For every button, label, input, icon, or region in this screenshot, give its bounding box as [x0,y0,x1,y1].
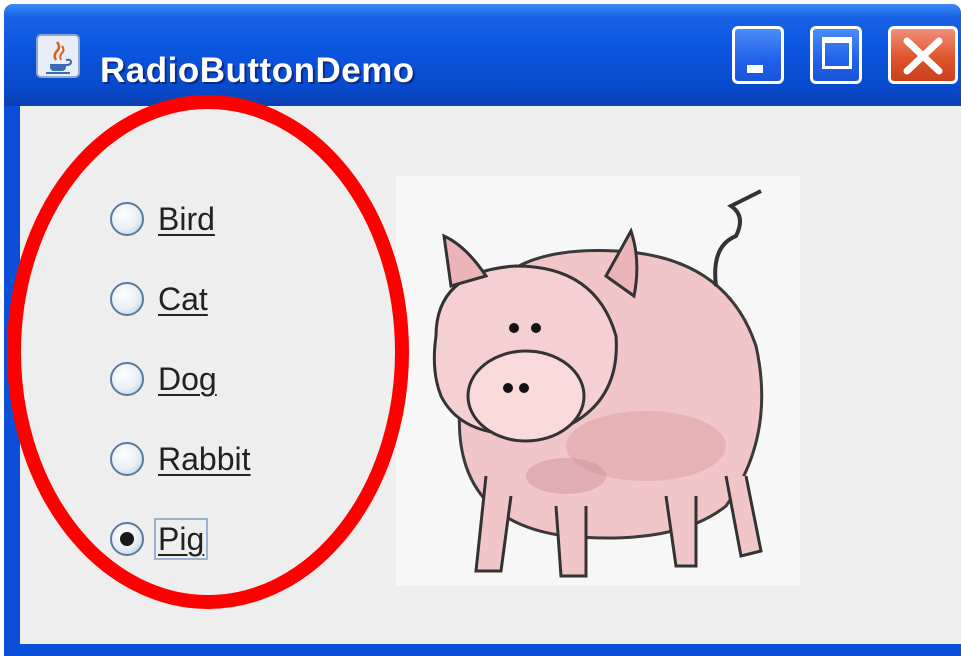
radio-label[interactable]: Bird [156,200,217,238]
maximize-icon [822,37,852,69]
radio-pig[interactable]: Pig [110,518,209,560]
close-icon [903,37,943,75]
close-button[interactable] [888,26,958,84]
radio-label[interactable]: Dog [156,360,219,398]
radio-button-selected-icon[interactable] [110,522,144,556]
radio-label[interactable]: Pig [153,518,209,560]
radio-bird[interactable]: Bird [110,198,217,240]
title-bar[interactable]: RadioButtonDemo [4,4,961,106]
radio-button-icon[interactable] [110,362,144,396]
radio-rabbit[interactable]: Rabbit [110,438,253,480]
radio-dog[interactable]: Dog [110,358,219,400]
radio-label[interactable]: Cat [156,280,210,318]
radio-label[interactable]: Rabbit [156,440,253,478]
radio-button-icon[interactable] [110,282,144,316]
java-cup-icon [36,34,80,78]
radio-button-icon[interactable] [110,202,144,236]
content-pane: Bird Cat Dog Rabbit Pig [20,106,961,644]
radio-button-icon[interactable] [110,442,144,476]
maximize-button[interactable] [810,26,862,84]
app-window: RadioButtonDemo Bird Cat Dog Rabbit Pig [4,4,961,656]
minimize-icon [747,65,763,73]
window-title: RadioButtonDemo [100,51,415,90]
radio-cat[interactable]: Cat [110,278,210,320]
window-bottom-border [4,644,961,656]
minimize-button[interactable] [732,26,784,84]
pig-image [396,176,800,586]
